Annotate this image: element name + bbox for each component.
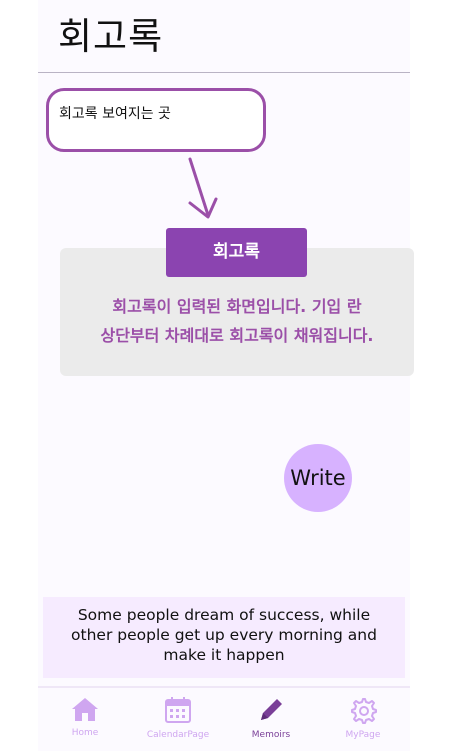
annotation-callout-text: 회고록 보여지는 곳 — [59, 106, 171, 122]
annotation-arrow-icon — [188, 157, 218, 219]
quote-line3: make it happen — [163, 646, 285, 664]
tab-home[interactable]: Home — [40, 696, 130, 738]
memoir-description-line1: 회고록이 입력된 화면입니다. 기입 란 — [112, 297, 362, 316]
annotation-callout: 회고록 보여지는 곳 — [46, 88, 266, 152]
quote-text: Some people dream of success, while othe… — [49, 605, 399, 665]
gear-icon — [351, 698, 377, 724]
bottom-tab-bar: Home CalendarPage Memoirs MyPage — [38, 686, 410, 751]
memoir-header-tab[interactable]: 회고록 — [166, 228, 307, 277]
tab-memoirs-label: Memoirs — [251, 730, 291, 740]
tab-memoirs[interactable]: Memoirs — [226, 696, 316, 740]
calendar-icon — [165, 697, 191, 723]
tab-mypage-label: MyPage — [345, 730, 381, 740]
write-button[interactable]: Write — [284, 444, 352, 512]
pencil-icon — [261, 699, 282, 720]
app-header: 회고록 — [38, 0, 410, 73]
tab-calendar-label: CalendarPage — [146, 730, 210, 740]
quote-box: Some people dream of success, while othe… — [43, 597, 405, 678]
home-icon — [72, 698, 98, 721]
memoir-description-line2: 상단부터 차례대로 회고록이 채워집니다. — [100, 326, 374, 345]
quote-line2: other people get up every morning and — [71, 626, 377, 644]
tab-calendar[interactable]: CalendarPage — [133, 696, 223, 740]
tab-mypage[interactable]: MyPage — [318, 696, 408, 740]
tab-home-label: Home — [71, 728, 99, 738]
page-title: 회고록 — [58, 15, 164, 58]
quote-line1: Some people dream of success, while — [77, 606, 371, 624]
memoir-description: 회고록이 입력된 화면입니다. 기입 란 상단부터 차례대로 회고록이 채워집니… — [60, 292, 414, 350]
